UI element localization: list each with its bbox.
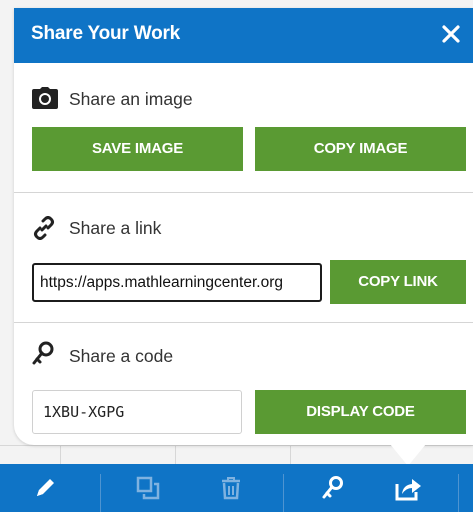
- copy-link-button[interactable]: COPY LINK: [330, 260, 466, 304]
- share-dialog: Share Your Work Share an image SAVE IMAG…: [14, 8, 473, 445]
- bottom-toolbar: [0, 464, 473, 512]
- section-divider: [14, 192, 473, 193]
- share-code-field[interactable]: 1XBU-XGPG: [32, 390, 242, 434]
- share-link-title: Share a link: [69, 218, 162, 238]
- toolbar-separator: [100, 474, 101, 512]
- delete-tool-button[interactable]: [203, 464, 259, 512]
- toolbar-separator: [283, 474, 284, 512]
- toolbar-separator: [458, 474, 459, 512]
- link-icon: [34, 216, 54, 240]
- key-icon: [322, 476, 343, 499]
- copy-image-button[interactable]: COPY IMAGE: [255, 127, 466, 171]
- dialog-title: Share Your Work: [31, 23, 181, 44]
- dialog-pointer: [390, 444, 426, 466]
- duplicate-icon: [136, 476, 160, 500]
- dialog-header: Share Your Work: [14, 8, 473, 63]
- share-code-title: Share a code: [69, 346, 174, 366]
- camera-icon: [32, 87, 58, 109]
- key-icon: [32, 341, 54, 365]
- duplicate-tool-button[interactable]: [120, 464, 176, 512]
- save-image-button[interactable]: SAVE IMAGE: [32, 127, 243, 171]
- code-tool-button[interactable]: [305, 464, 361, 512]
- trash-icon: [222, 477, 240, 500]
- share-image-title: Share an image: [69, 89, 193, 109]
- close-icon[interactable]: [439, 22, 463, 46]
- pencil-icon: [37, 479, 54, 496]
- link-url-field[interactable]: https://apps.mathlearningcenter.org: [32, 263, 322, 302]
- share-icon: [395, 479, 421, 501]
- share-tool-button[interactable]: [380, 464, 436, 512]
- display-code-button[interactable]: DISPLAY CODE: [255, 390, 466, 434]
- section-divider: [14, 322, 473, 323]
- pencil-tool-button[interactable]: [17, 464, 73, 512]
